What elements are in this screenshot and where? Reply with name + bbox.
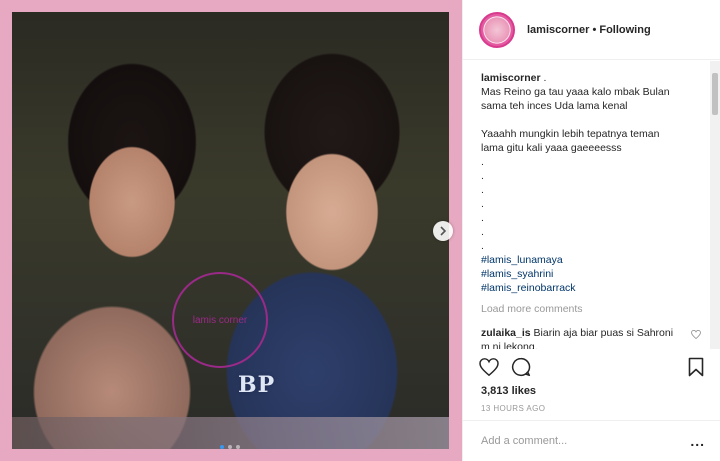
caption-body: Mas Reino ga tau yaaa kalo mbak Bulan sam… <box>481 85 701 253</box>
caption-header: lamiscorner . <box>481 71 701 85</box>
post-timestamp: 13 HOURS AGO <box>481 404 546 413</box>
carousel-dot <box>228 445 232 449</box>
post-actions <box>479 352 704 382</box>
caption-line: lama gitu kali yaaa gaeeeesss <box>481 142 622 154</box>
comment-item: zulaika_is Biarin aja biar puas si Sahro… <box>481 326 701 349</box>
caption-username[interactable]: lamiscorner <box>481 72 541 84</box>
caption-line <box>481 113 701 127</box>
caption-line: Yaaahh mungkin lebih tepatnya teman <box>481 128 660 140</box>
load-more-comments[interactable]: Load more comments <box>481 303 701 315</box>
caption-line: . <box>481 170 484 182</box>
heart-icon[interactable] <box>691 330 701 339</box>
caption-line: . <box>481 226 484 238</box>
post-username[interactable]: lamiscorner <box>527 24 589 36</box>
caption-line: . <box>481 212 484 224</box>
chevron-right-icon <box>440 226 447 236</box>
bp-badge: BP <box>238 372 276 398</box>
comment-input[interactable] <box>481 435 691 447</box>
caption-line: . <box>481 156 484 168</box>
avatar[interactable] <box>479 11 515 48</box>
hashtag-link[interactable]: #lamis_lunamaya <box>481 253 701 267</box>
comment-username[interactable]: zulaika_is <box>481 327 531 339</box>
scroll-thumb[interactable] <box>712 73 718 115</box>
caption-line: sama teh inces Uda lama kenal <box>481 100 628 112</box>
caption-line: . <box>481 198 484 210</box>
hashtag-link[interactable]: #lamis_reinobarrack <box>481 281 701 295</box>
media-panel: lamis corner BP <box>0 0 462 461</box>
photo-image <box>12 12 449 449</box>
comments-scrollbar[interactable] <box>710 61 720 349</box>
comments-section: lamiscorner . Mas Reino ga tau yaaa kalo… <box>463 61 720 349</box>
post-sidebar: lamiscorner • Following lamiscorner . Ma… <box>462 0 720 461</box>
watermark-text: lamis corner <box>192 314 248 326</box>
carousel-dot <box>236 445 240 449</box>
following-status[interactable]: • Following <box>589 24 650 36</box>
add-comment-bar: ... <box>463 420 720 461</box>
heart-icon[interactable] <box>479 358 499 376</box>
caption-line: Mas Reino ga tau yaaa kalo mbak Bulan <box>481 86 670 98</box>
caption-suffix: . <box>540 72 547 84</box>
likes-count[interactable]: 3,813 likes <box>481 385 536 397</box>
hashtag-list: #lamis_lunamaya #lamis_syahrini #lamis_rei… <box>481 253 701 295</box>
hashtag-link[interactable]: #lamis_syahrini <box>481 267 701 281</box>
carousel-dots <box>220 445 240 449</box>
caption-line: . <box>481 184 484 196</box>
comment-icon[interactable] <box>511 357 531 377</box>
next-slide-button[interactable] <box>433 221 453 241</box>
bookmark-icon[interactable] <box>688 357 704 377</box>
carousel-dot <box>220 445 224 449</box>
watermark-logo: lamis corner <box>172 272 268 368</box>
post-photo[interactable]: lamis corner BP <box>12 12 449 449</box>
post-header: lamiscorner • Following <box>463 0 720 60</box>
caption-line: . <box>481 240 484 252</box>
more-options-button[interactable]: ... <box>690 433 705 449</box>
